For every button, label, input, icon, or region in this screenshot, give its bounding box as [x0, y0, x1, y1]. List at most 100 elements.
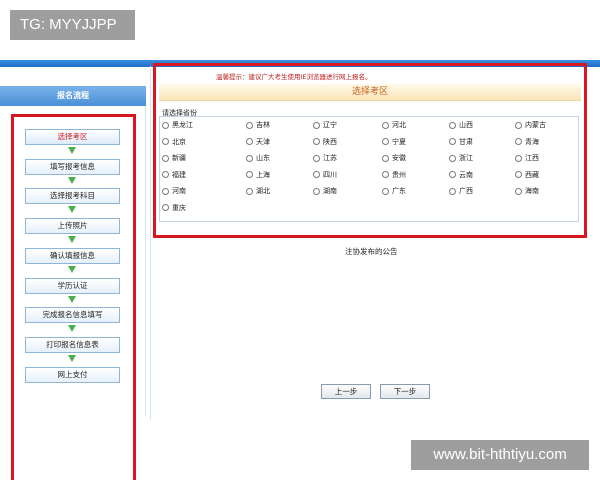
province-label: 安徽 — [392, 154, 406, 162]
steps-highlight-box: 选择考区填写报考信息 选择报考科目 上传照片确认填报信息 学历认证完成报名信息填写 打印… — [11, 114, 136, 480]
radio-icon[interactable] — [382, 154, 389, 162]
province-option[interactable]: 北京 — [162, 137, 186, 147]
province-option[interactable]: 浙江 — [449, 153, 473, 163]
step-7[interactable]: 完成报名信息填写 — [25, 307, 120, 324]
province-option[interactable]: 上海 — [246, 170, 270, 180]
watermark-top-left: TG: MYYJJPP — [10, 10, 135, 40]
radio-icon[interactable] — [246, 121, 253, 129]
radio-icon[interactable] — [246, 187, 253, 195]
step-9[interactable]: 网上支付 — [25, 366, 120, 383]
radio-icon[interactable] — [382, 187, 389, 195]
radio-icon[interactable] — [515, 187, 522, 195]
step-6[interactable]: 学历认证 — [25, 277, 120, 294]
radio-icon[interactable] — [515, 121, 522, 129]
radio-icon[interactable] — [313, 154, 320, 162]
province-option[interactable]: 青海 — [515, 137, 539, 147]
province-option[interactable]: 海南 — [515, 186, 539, 196]
radio-icon[interactable] — [449, 138, 456, 145]
step-5[interactable]: 确认填报信息 — [25, 247, 120, 264]
province-label: 甘肃 — [459, 137, 473, 146]
province-group: 黑龙江 吉林 辽宁 河北 山西 内蒙古北京 天津 陕西 宁夏 甘肃 青海新疆 山东 江苏 安徽 浙江 江西福建… — [159, 116, 579, 222]
radio-icon[interactable] — [515, 154, 522, 162]
province-option[interactable]: 宁夏 — [382, 137, 406, 147]
step-8[interactable]: 打印报名信息表 — [25, 336, 120, 353]
province-label: 宁夏 — [392, 137, 406, 146]
province-option[interactable]: 山东 — [246, 153, 270, 163]
radio-icon[interactable] — [246, 171, 253, 178]
province-label: 湖南 — [323, 187, 337, 195]
radio-icon[interactable] — [515, 171, 522, 178]
province-option[interactable]: 江西 — [515, 153, 539, 163]
province-option[interactable]: 贵州 — [382, 170, 406, 180]
province-option[interactable]: 天津 — [246, 137, 270, 147]
province-option[interactable]: 四川 — [313, 170, 337, 180]
province-option[interactable]: 吉林 — [246, 120, 270, 130]
province-label: 海南 — [525, 187, 539, 195]
province-option[interactable]: 山西 — [449, 120, 473, 130]
radio-icon[interactable] — [449, 121, 456, 129]
province-label: 天津 — [256, 137, 270, 146]
radio-icon[interactable] — [246, 138, 253, 145]
province-option[interactable]: 广东 — [382, 186, 406, 196]
radio-icon[interactable] — [449, 154, 456, 162]
province-label: 广西 — [459, 187, 473, 195]
radio-icon[interactable] — [313, 121, 320, 129]
province-label: 吉林 — [256, 121, 270, 129]
prev-button[interactable]: 上一步 — [321, 384, 371, 399]
radio-icon[interactable] — [162, 187, 169, 195]
radio-icon[interactable] — [162, 204, 169, 211]
province-label: 内蒙古 — [525, 121, 546, 129]
province-label: 新疆 — [172, 154, 186, 162]
step-arrow-icon — [68, 295, 76, 303]
radio-icon[interactable] — [313, 138, 320, 145]
province-label: 山东 — [256, 154, 270, 162]
radio-icon[interactable] — [449, 171, 456, 178]
province-option[interactable]: 福建 — [162, 170, 186, 180]
radio-icon[interactable] — [162, 154, 169, 162]
province-option[interactable]: 辽宁 — [313, 120, 337, 130]
radio-icon[interactable] — [162, 121, 169, 129]
radio-icon[interactable] — [162, 138, 169, 145]
radio-icon[interactable] — [382, 138, 389, 145]
radio-icon[interactable] — [246, 154, 253, 162]
province-option[interactable]: 黑龙江 — [162, 120, 193, 130]
step-3[interactable]: 选择报考科目 — [25, 188, 120, 205]
province-option[interactable]: 湖南 — [313, 186, 337, 196]
province-label: 浙江 — [459, 154, 473, 162]
step-2[interactable]: 填写报考信息 — [25, 158, 120, 175]
province-option[interactable]: 重庆 — [162, 203, 186, 213]
province-label: 青海 — [525, 137, 539, 146]
province-option[interactable]: 新疆 — [162, 153, 186, 163]
province-option[interactable]: 陕西 — [313, 137, 337, 147]
radio-icon[interactable] — [449, 187, 456, 195]
province-option[interactable]: 河北 — [382, 120, 406, 130]
sidebar: 报名流程 选择考区 填写报考信息 选择报考科目 上传照片 确认填报信息 学历认证 完成报名信… — [0, 86, 146, 480]
province-label: 云南 — [459, 170, 473, 179]
radio-icon[interactable] — [382, 171, 389, 178]
province-option[interactable]: 甘肃 — [449, 137, 473, 147]
step-1[interactable]: 选择考区 — [25, 129, 120, 145]
radio-icon[interactable] — [382, 121, 389, 129]
radio-icon[interactable] — [313, 171, 320, 178]
radio-icon[interactable] — [515, 138, 522, 145]
province-option[interactable]: 湖北 — [246, 186, 270, 196]
province-label: 河北 — [392, 121, 406, 129]
province-option[interactable]: 西藏 — [515, 170, 539, 180]
step-arrow-icon — [68, 206, 76, 214]
province-option[interactable]: 安徽 — [382, 153, 406, 163]
radio-icon[interactable] — [162, 171, 169, 178]
province-option[interactable]: 河南 — [162, 186, 186, 196]
page-title: 选择考区 — [159, 84, 581, 101]
step-arrow-icon — [68, 265, 76, 273]
step-4[interactable]: 上传照片 — [25, 218, 120, 235]
step-arrow-icon — [68, 325, 76, 333]
province-option[interactable]: 江苏 — [313, 153, 337, 163]
region-selection-panel: 温馨提示：建议广大考生使用IE浏览器进行网上报名。 选择考区 请选择省份 黑龙江… — [153, 63, 587, 238]
province-option[interactable]: 广西 — [449, 186, 473, 196]
province-option[interactable]: 云南 — [449, 170, 473, 180]
province-label: 湖北 — [256, 187, 270, 195]
radio-icon[interactable] — [313, 187, 320, 195]
announcement-link[interactable]: 注协发布的公告 — [345, 246, 398, 257]
province-option[interactable]: 内蒙古 — [515, 120, 546, 130]
next-button[interactable]: 下一步 — [380, 384, 430, 399]
